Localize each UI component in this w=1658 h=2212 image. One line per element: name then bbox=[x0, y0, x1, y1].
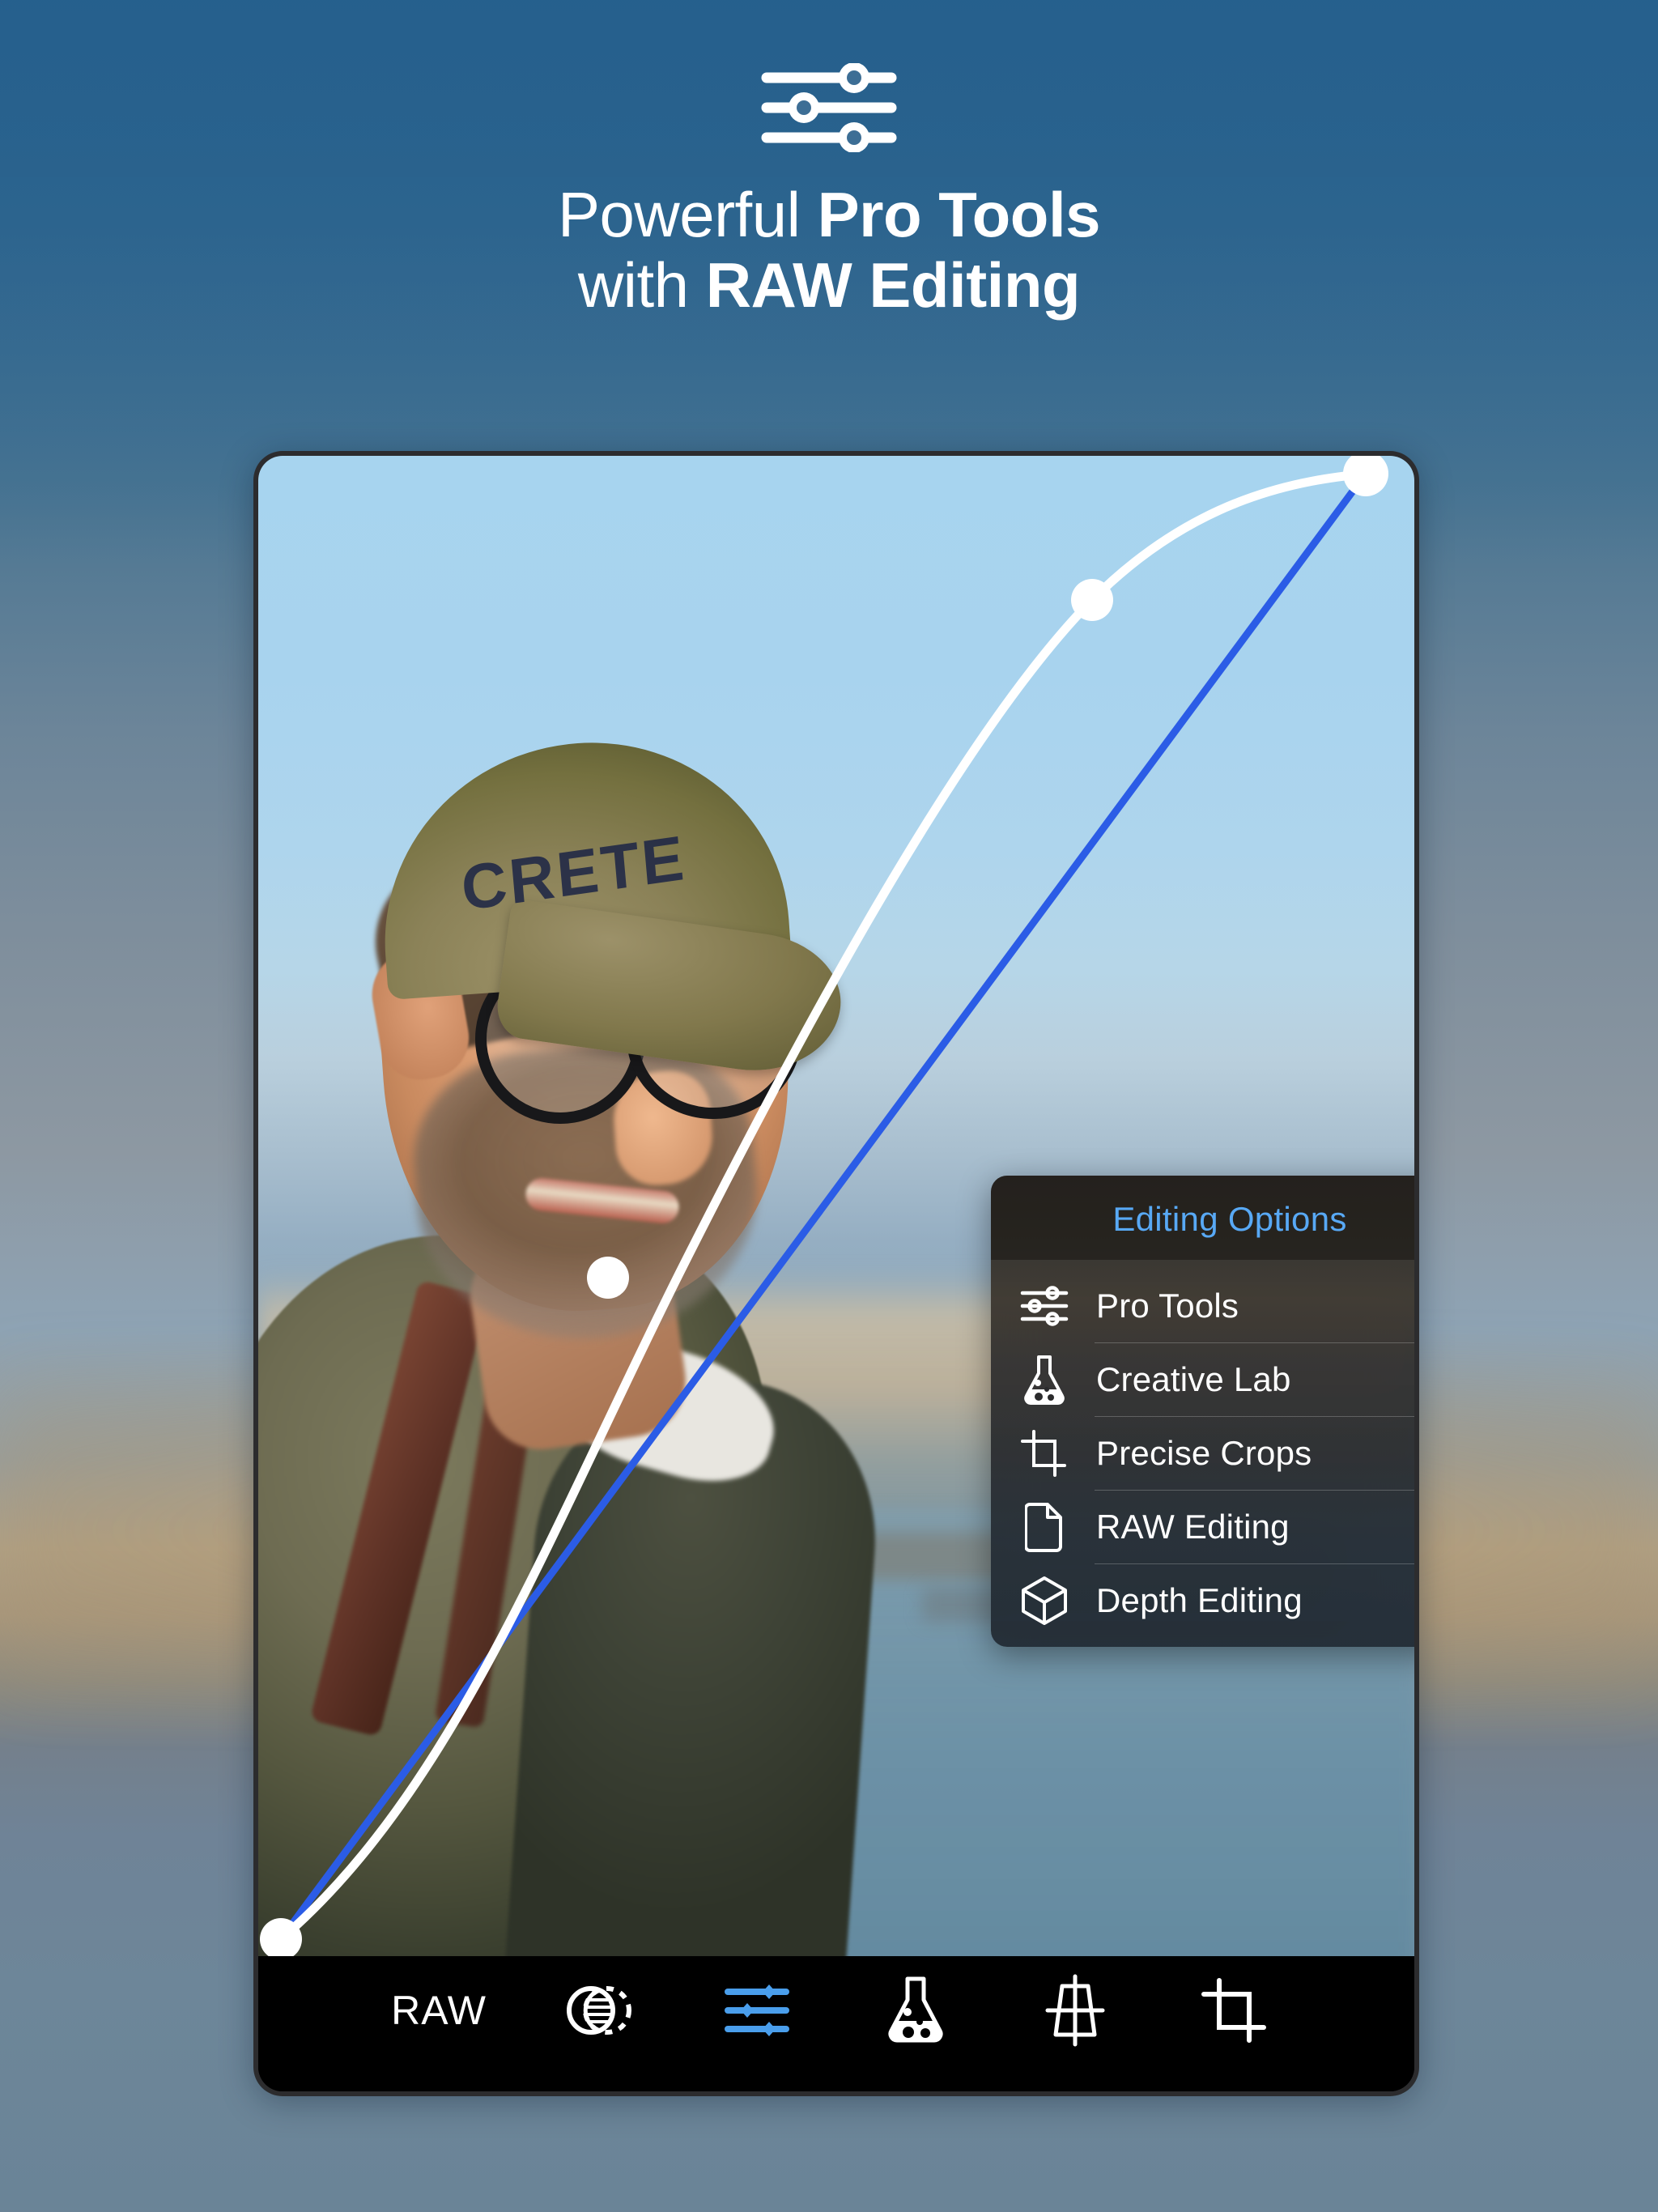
option-item-precise-crops[interactable]: Precise Crops bbox=[991, 1417, 1414, 1490]
device-screen: CRETE Editing Options Pro Tools Creative… bbox=[258, 456, 1414, 2091]
device-frame: CRETE Editing Options Pro Tools Creative… bbox=[253, 451, 1419, 2096]
option-item-raw-editing[interactable]: RAW Editing bbox=[991, 1491, 1414, 1563]
cube-icon bbox=[1018, 1575, 1070, 1627]
option-label: Depth Editing bbox=[1096, 1581, 1303, 1619]
toolbar-perspective-button[interactable] bbox=[1031, 1966, 1120, 2055]
headline-line1-bold: Pro Tools bbox=[817, 179, 1101, 250]
sliders-icon bbox=[761, 63, 897, 152]
raw-text: RAW bbox=[391, 1987, 487, 2033]
toolbar-creative-lab-button[interactable] bbox=[871, 1966, 960, 2055]
headline-line1-light: Powerful bbox=[557, 179, 818, 250]
option-label: RAW Editing bbox=[1096, 1508, 1290, 1546]
toolbar-selective-button[interactable] bbox=[553, 1966, 642, 2055]
perspective-icon bbox=[1045, 1974, 1105, 2046]
tone-curve-point-midtones[interactable] bbox=[587, 1257, 629, 1299]
headline-line-2: with RAW Editing bbox=[0, 250, 1658, 321]
headline-line2-light: with bbox=[577, 249, 706, 321]
toolbar-raw-button[interactable]: RAW bbox=[391, 1966, 486, 2055]
page-title: Powerful Pro Tools with RAW Editing bbox=[0, 179, 1658, 321]
crop-icon bbox=[1201, 1977, 1266, 2043]
headline-line-1: Powerful Pro Tools bbox=[0, 179, 1658, 250]
option-label: Creative Lab bbox=[1096, 1360, 1291, 1398]
tone-curve-point-highlights[interactable] bbox=[1071, 579, 1113, 621]
sliders-icon bbox=[1018, 1280, 1070, 1332]
sliders-icon bbox=[724, 1984, 789, 2036]
editing-options-panel[interactable]: Editing Options Pro Tools Creative Lab P… bbox=[991, 1176, 1414, 1647]
panel-header: Editing Options bbox=[991, 1176, 1414, 1260]
document-icon bbox=[1018, 1501, 1070, 1553]
option-label: Pro Tools bbox=[1096, 1287, 1239, 1325]
toolbar-protools-button[interactable] bbox=[712, 1966, 801, 2055]
flask-icon bbox=[1018, 1354, 1070, 1406]
toolbar-crop-button[interactable] bbox=[1189, 1966, 1278, 2055]
option-item-creative-lab[interactable]: Creative Lab bbox=[991, 1343, 1414, 1416]
flask-icon bbox=[888, 1976, 943, 2043]
header: Powerful Pro Tools with RAW Editing bbox=[0, 0, 1658, 321]
bottom-toolbar: RAW bbox=[258, 1956, 1414, 2091]
selective-icon bbox=[567, 1985, 632, 2035]
option-item-pro-tools[interactable]: Pro Tools bbox=[991, 1270, 1414, 1342]
option-label: Precise Crops bbox=[1096, 1434, 1312, 1472]
panel-items: Pro Tools Creative Lab Precise Crops RAW… bbox=[991, 1260, 1414, 1647]
crop-icon bbox=[1018, 1427, 1070, 1479]
panel-title: Editing Options bbox=[1112, 1200, 1347, 1238]
tone-curve-point-shadows[interactable] bbox=[260, 1918, 302, 1960]
headline-line2-bold: RAW Editing bbox=[705, 249, 1081, 321]
option-item-depth-editing[interactable]: Depth Editing bbox=[991, 1564, 1414, 1637]
photo-canvas[interactable]: CRETE Editing Options Pro Tools Creative… bbox=[258, 456, 1414, 1966]
